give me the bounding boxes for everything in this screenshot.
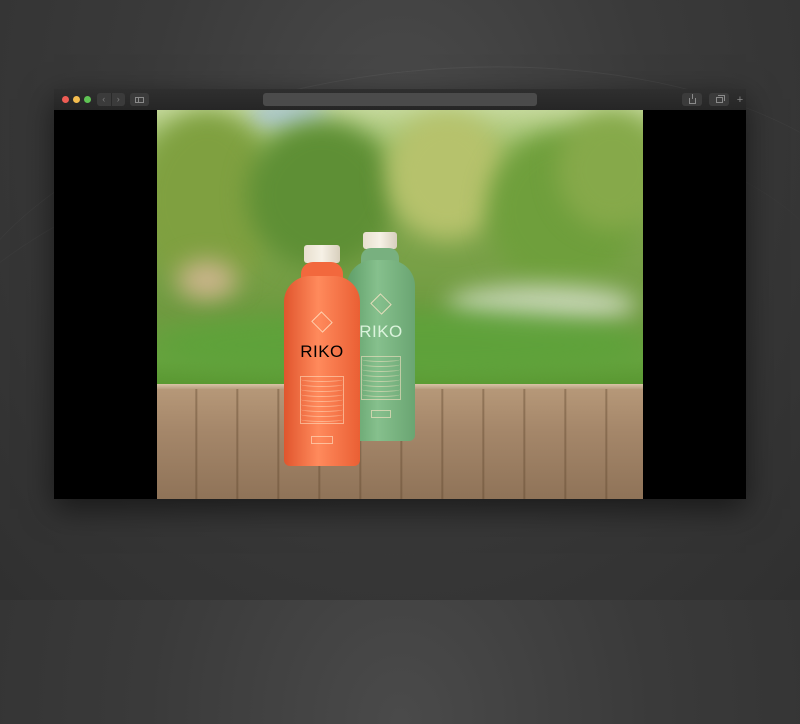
- bottle-cap: [304, 245, 340, 263]
- zoom-icon[interactable]: [84, 96, 91, 103]
- browser-window: ‹ › + RIKO RIKO: [54, 89, 746, 499]
- brand-name: RIKO: [300, 342, 344, 361]
- plus-icon[interactable]: +: [735, 93, 745, 107]
- sidebar-button[interactable]: [130, 93, 149, 106]
- sidebar-icon: [135, 96, 144, 103]
- address-bar[interactable]: [263, 93, 537, 106]
- share-button[interactable]: [682, 93, 702, 106]
- browser-toolbar: ‹ › +: [54, 89, 746, 111]
- history-nav: ‹ ›: [97, 93, 125, 106]
- wave-pattern: [300, 376, 344, 424]
- product-photo: RIKO RIKO: [157, 110, 643, 499]
- wave-pattern: [361, 356, 401, 400]
- bottle-body: RIKO: [284, 276, 360, 466]
- show-tabs-button[interactable]: [709, 93, 729, 106]
- bottle-cap: [363, 232, 397, 249]
- close-icon[interactable]: [62, 96, 69, 103]
- label-tag: [371, 410, 391, 418]
- trunk-blur: [177, 260, 237, 300]
- orange-bottle: RIKO: [284, 245, 362, 467]
- tabs-icon: [715, 94, 725, 103]
- cube-logo-icon: [370, 293, 392, 315]
- forward-icon[interactable]: ›: [110, 93, 126, 106]
- page-content: RIKO RIKO: [54, 110, 746, 499]
- back-icon[interactable]: ‹: [97, 93, 111, 106]
- share-icon: [688, 93, 696, 104]
- minimize-icon[interactable]: [73, 96, 80, 103]
- label-tag: [311, 436, 333, 444]
- cube-logo-icon: [311, 311, 333, 333]
